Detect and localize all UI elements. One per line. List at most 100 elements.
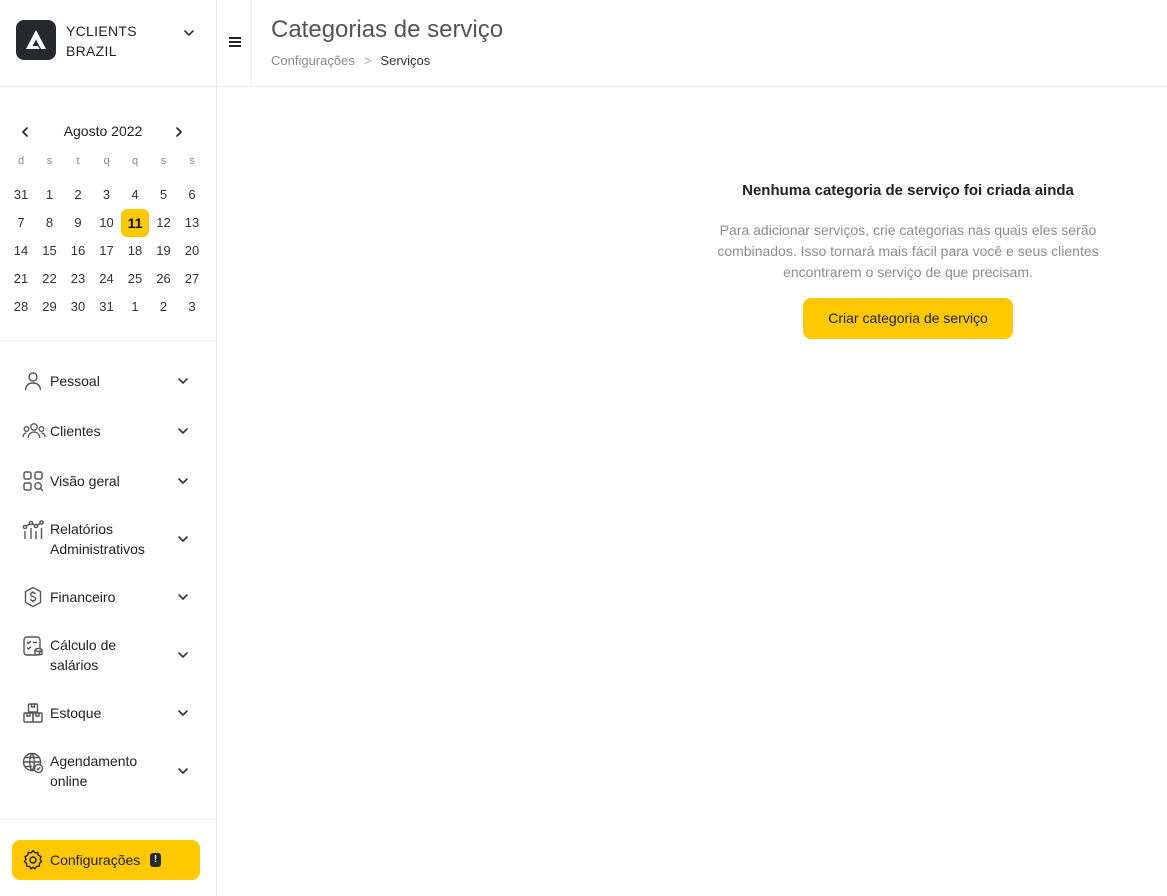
weekday-label: q [103,155,110,167]
sidebar: YCLIENTS BRAZIL Agosto 2022 d s t q q s … [0,0,217,896]
boxes-icon [22,702,44,724]
calendar-day[interactable]: 1 [121,293,149,321]
create-category-button[interactable]: Criar categoria de serviço [803,298,1013,339]
chevron-down-icon [176,474,190,493]
gear-icon [22,849,44,871]
users-icon [22,420,46,442]
calendar-day[interactable]: 1 [36,181,64,209]
sidebar-item-calculo-salarios[interactable]: Cálculo de salários [12,627,202,683]
calendar-week: 28 29 30 31 1 2 3 [7,293,207,321]
company-name: YCLIENTS BRAZIL [66,21,166,61]
calendar-day[interactable]: 26 [150,265,178,293]
breadcrumb-link[interactable]: Configurações [271,53,355,68]
calendar-day[interactable]: 2 [64,181,92,209]
calendar-day[interactable]: 12 [150,209,178,237]
menu-toggle-button[interactable] [217,0,252,87]
calendar-day[interactable]: 23 [64,265,92,293]
sidebar-item-label: Agendamento online [50,753,138,789]
calendar-month-label: Agosto 2022 [63,123,143,139]
sidebar-item-agendamento-online[interactable]: Agendamento online [12,743,202,799]
yclients-logo [16,20,56,60]
sidebar-item-label: Visão geral [50,473,120,489]
chevron-down-icon [176,648,190,667]
sidebar-item-financeiro[interactable]: Financeiro [12,577,202,617]
user-icon [22,370,44,392]
calendar-day[interactable]: 13 [178,209,206,237]
weekday-label: s [46,155,53,167]
calendar-day[interactable]: 6 [178,181,206,209]
calendar-day[interactable]: 14 [7,237,35,265]
dollar-badge-icon [22,586,44,608]
sidebar-item-label: Cálculo de salários [50,637,117,673]
weekday-label: s [160,155,167,167]
calendar-day[interactable]: 19 [150,237,178,265]
calendar-day[interactable]: 3 [93,181,121,209]
calendar-week: 31 1 2 3 4 5 6 [7,181,207,209]
calendar-day[interactable]: 3 [178,293,206,321]
calendar-day[interactable]: 21 [7,265,35,293]
weekday-label: q [131,155,139,167]
calendar-week: 7 8 9 10 11 12 13 [7,209,207,237]
sidebar-item-label: Estoque [50,705,102,721]
calendar-day[interactable]: 20 [178,237,206,265]
alert-badge: ! [150,853,161,867]
breadcrumb-separator: > [363,53,372,68]
breadcrumb-current: Serviços [380,53,431,68]
sidebar-item-visao-geral[interactable]: Visão geral [12,461,202,501]
calendar-day[interactable]: 18 [121,237,149,265]
calendar-day-selected[interactable]: 11 [121,209,149,237]
reports-chart-icon [22,519,44,541]
calendar-day[interactable]: 7 [7,209,35,237]
calendar-day[interactable]: 10 [93,209,121,237]
chevron-down-icon [176,532,190,551]
calendar-day[interactable]: 17 [93,237,121,265]
calendar-weekdays: d s t q q s s [7,153,207,181]
chevron-down-icon [176,424,190,443]
calendar-day[interactable]: 29 [36,293,64,321]
sidebar-item-relatorios[interactable]: Relatórios Administrativos [12,511,202,567]
calendar-day[interactable]: 9 [64,209,92,237]
company-switcher[interactable]: YCLIENTS BRAZIL [0,0,216,87]
calendar-week: 21 22 23 24 25 26 27 [7,265,207,293]
chevron-right-icon[interactable] [172,125,186,144]
chevron-down-icon [176,374,190,393]
empty-state-description: Para adicionar serviços, crie categorias… [717,222,1099,280]
calendar-day[interactable]: 5 [150,181,178,209]
sidebar-item-label: Configurações [50,852,141,868]
sidebar-item-configuracoes[interactable]: Configurações ! [12,840,200,880]
payroll-icon [22,635,44,657]
sidebar-item-label: Relatórios Administrativos [50,521,145,557]
company-name-line2: BRAZIL [66,43,117,59]
calendar-day[interactable]: 15 [36,237,64,265]
weekday-label: s [189,155,195,167]
calendar-day[interactable]: 31 [7,181,35,209]
calendar-day[interactable]: 31 [93,293,121,321]
calendar-day[interactable]: 28 [7,293,35,321]
sidebar-item-clientes[interactable]: Clientes [12,411,202,451]
mini-calendar: Agosto 2022 d s t q q s s 31 1 2 3 4 5 6… [0,87,216,341]
calendar-day[interactable]: 2 [150,293,178,321]
sidebar-item-label: Clientes [50,423,101,439]
calendar-day[interactable]: 4 [121,181,149,209]
empty-state-title: Nenhuma categoria de serviço foi criada … [742,182,1074,199]
calendar-day[interactable]: 8 [36,209,64,237]
sidebar-item-pessoal[interactable]: Pessoal [12,361,202,401]
globe-icon [22,752,44,774]
calendar-day[interactable]: 16 [64,237,92,265]
sidebar-item-label: Financeiro [50,589,116,605]
weekday-label: t [76,155,80,167]
chevron-left-icon[interactable] [18,125,32,144]
chevron-down-icon [176,706,190,725]
calendar-day[interactable]: 22 [36,265,64,293]
page-title: Categorias de serviço [271,16,504,43]
grid-search-icon [22,470,44,492]
calendar-day[interactable]: 30 [64,293,92,321]
chevron-down-icon [176,590,190,609]
sidebar-item-estoque[interactable]: Estoque [12,693,202,733]
chevron-down-icon[interactable] [182,26,196,45]
calendar-day[interactable]: 24 [93,265,121,293]
calendar-day[interactable]: 25 [121,265,149,293]
calendar-day[interactable]: 27 [178,265,206,293]
sidebar-item-label: Pessoal [50,373,100,389]
empty-state: Nenhuma categoria de serviço foi criada … [650,180,1166,339]
